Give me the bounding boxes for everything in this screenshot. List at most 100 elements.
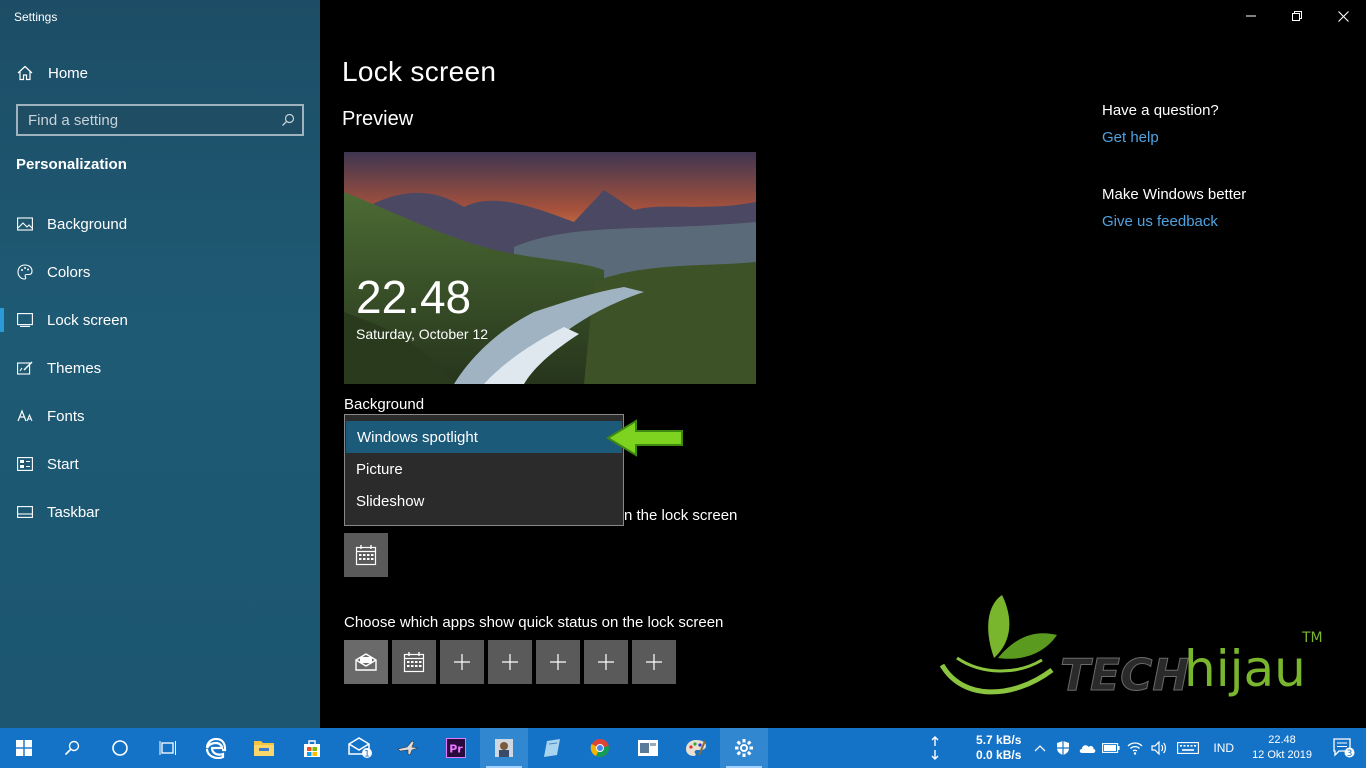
- premiere-app-button[interactable]: Pr: [432, 728, 480, 768]
- quick-status-row: [344, 640, 676, 684]
- main-content: Lock screen Preview 22.48 Saturday, Octo…: [320, 0, 1366, 728]
- volume-tray-button[interactable]: [1147, 728, 1171, 768]
- photo-viewer-icon: [495, 739, 513, 757]
- detailed-status-calendar-button[interactable]: [344, 533, 388, 577]
- close-icon: [1337, 10, 1349, 22]
- quick-status-add-button[interactable]: [536, 640, 580, 684]
- mail-badge-count: 1: [364, 750, 370, 760]
- plus-icon: [598, 654, 614, 670]
- background-label: Background: [344, 396, 425, 413]
- battery-tray-button[interactable]: [1099, 728, 1123, 768]
- touch-keyboard-button[interactable]: [1171, 728, 1205, 768]
- help-panel: Have a question? Get help Make Windows b…: [1102, 102, 1246, 230]
- battery-icon: [1102, 743, 1120, 753]
- store-button[interactable]: [288, 728, 336, 768]
- option-windows-spotlight[interactable]: Windows spotlight: [346, 421, 622, 453]
- quick-status-calendar-button[interactable]: [392, 640, 436, 684]
- feedback-heading: Make Windows better: [1102, 186, 1247, 203]
- option-slideshow[interactable]: Slideshow: [345, 485, 623, 517]
- quick-status-add-button[interactable]: [584, 640, 628, 684]
- onedrive-tray-button[interactable]: [1075, 728, 1099, 768]
- sidebar-item-colors[interactable]: Colors: [0, 248, 320, 296]
- cortana-button[interactable]: [96, 728, 144, 768]
- picture-icon: [16, 215, 34, 233]
- plus-icon: [454, 654, 470, 670]
- sidebar-item-taskbar[interactable]: Taskbar: [0, 488, 320, 536]
- themes-icon: [16, 359, 34, 377]
- quick-status-mail-button[interactable]: [344, 640, 388, 684]
- net-arrows-icon: [928, 736, 942, 760]
- page-title: Lock screen: [342, 56, 497, 87]
- chrome-app-button[interactable]: [576, 728, 624, 768]
- quick-status-add-button[interactable]: [488, 640, 532, 684]
- cloud-icon: [1080, 745, 1096, 753]
- watermark-hijau-text: hijau: [1184, 640, 1306, 698]
- mail-icon: 1: [348, 737, 372, 760]
- aircraft-icon: [397, 740, 419, 756]
- speaker-icon: [1151, 741, 1167, 755]
- action-center-button[interactable]: 3: [1322, 728, 1366, 768]
- settings-app-button[interactable]: [720, 728, 768, 768]
- search-input[interactable]: [18, 111, 274, 129]
- game-app-button[interactable]: [384, 728, 432, 768]
- lock-screen-preview: 22.48 Saturday, October 12: [344, 152, 756, 384]
- taskbar: 1 Pr 5.7 kB/s 0.0 kB/s IND 22.48 12 Okt …: [0, 728, 1366, 768]
- home-button[interactable]: Home: [16, 60, 88, 86]
- chevron-up-icon: [1034, 745, 1046, 752]
- quick-status-add-button[interactable]: [440, 640, 484, 684]
- notes-app-button[interactable]: [528, 728, 576, 768]
- net-download-speed: 0.0 kB/s: [976, 748, 1022, 762]
- sidebar-item-background[interactable]: Background: [0, 200, 320, 248]
- app-title: Settings: [14, 10, 58, 24]
- sidebar-item-start[interactable]: Start: [0, 440, 320, 488]
- help-question: Have a question?: [1102, 102, 1219, 119]
- sidebar-item-label: Fonts: [47, 407, 85, 425]
- sidebar-item-label: Background: [47, 215, 128, 233]
- close-button[interactable]: [1320, 0, 1366, 32]
- search-box[interactable]: [16, 104, 304, 136]
- plus-icon: [646, 654, 662, 670]
- plus-icon: [550, 654, 566, 670]
- detailed-status-label: n the lock screen: [624, 507, 738, 524]
- security-tray-button[interactable]: [1051, 728, 1075, 768]
- sidebar-item-fonts[interactable]: Fonts: [0, 392, 320, 440]
- fonts-icon: [16, 407, 34, 425]
- landscape-image: [344, 152, 756, 384]
- search-icon: [64, 740, 80, 756]
- show-hidden-icons-button[interactable]: [1029, 728, 1051, 768]
- wifi-tray-button[interactable]: [1123, 728, 1147, 768]
- network-speed: 5.7 kB/s 0.0 kB/s: [976, 733, 1021, 763]
- start-button[interactable]: [0, 728, 48, 768]
- window-app-button[interactable]: [624, 728, 672, 768]
- search-taskbar-button[interactable]: [48, 728, 96, 768]
- mail-app-button[interactable]: 1: [336, 728, 384, 768]
- option-picture[interactable]: Picture: [345, 453, 623, 485]
- search-icon[interactable]: [274, 106, 302, 134]
- sidebar-item-label: Taskbar: [47, 503, 100, 521]
- restore-button[interactable]: [1274, 0, 1320, 32]
- preview-date: Saturday, October 12: [356, 326, 489, 342]
- background-dropdown-list[interactable]: Windows spotlight Picture Slideshow: [344, 414, 624, 526]
- minimize-button[interactable]: [1228, 0, 1274, 32]
- get-help-link[interactable]: Get help: [1102, 129, 1246, 146]
- file-explorer-button[interactable]: [240, 728, 288, 768]
- preview-time: 22.48: [356, 271, 472, 323]
- photo-app-button[interactable]: [480, 728, 528, 768]
- feedback-link[interactable]: Give us feedback: [1102, 213, 1246, 230]
- taskbar-clock[interactable]: 22.48 12 Okt 2019: [1252, 733, 1312, 763]
- quick-status-label: Choose which apps show quick status on t…: [344, 614, 724, 631]
- sidebar-item-label: Themes: [47, 359, 102, 377]
- sidebar: Settings Home Personalization Background…: [0, 0, 320, 728]
- sidebar-item-themes[interactable]: Themes: [0, 344, 320, 392]
- app-window-icon: [638, 740, 658, 756]
- edge-app-button[interactable]: [192, 728, 240, 768]
- paint-app-button[interactable]: [672, 728, 720, 768]
- language-indicator[interactable]: IND: [1213, 741, 1234, 755]
- sidebar-item-lock-screen[interactable]: Lock screen: [0, 296, 320, 344]
- sidebar-item-label: Lock screen: [47, 311, 128, 329]
- task-view-icon: [159, 741, 176, 755]
- notification-badge-count: 3: [1347, 749, 1353, 758]
- quick-status-add-button[interactable]: [632, 640, 676, 684]
- taskbar-time: 22.48: [1268, 734, 1296, 746]
- task-view-button[interactable]: [144, 728, 192, 768]
